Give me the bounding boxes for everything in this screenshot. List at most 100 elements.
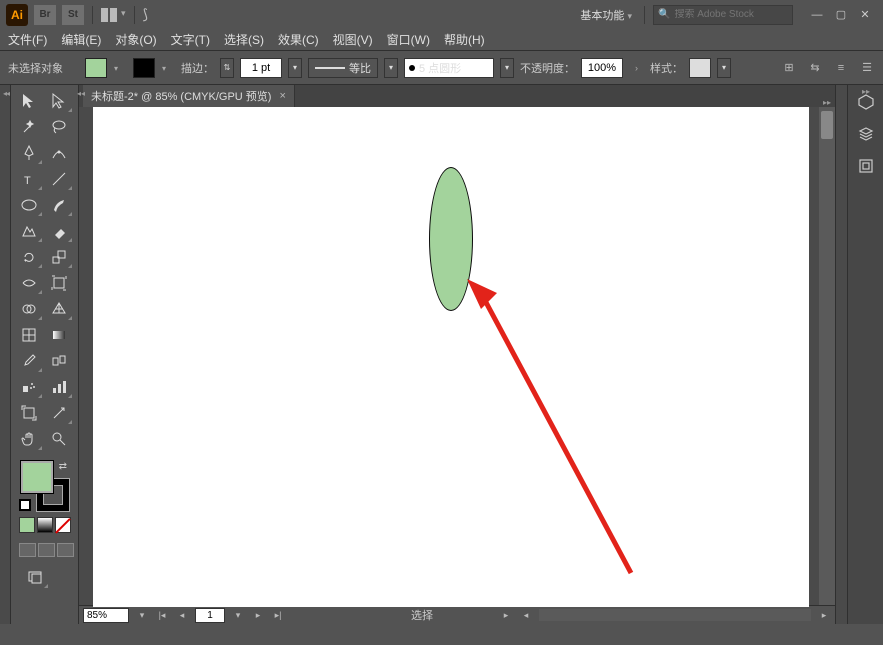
stroke-stepper[interactable]: ⇅ — [220, 58, 234, 78]
ellipse-shape[interactable] — [429, 167, 473, 311]
menu-window[interactable]: 窗口(W) — [387, 31, 430, 48]
line-tool[interactable] — [45, 167, 73, 191]
gradient-tool[interactable] — [45, 323, 73, 347]
prefs-icon[interactable]: ⇆ — [807, 60, 823, 76]
tool-dock-edge[interactable]: ◂◂ — [0, 85, 11, 624]
color-selector[interactable]: ⇄ — [21, 461, 71, 511]
brush-dropdown[interactable]: 5 点圆形 — [404, 58, 494, 78]
zoom-dropdown[interactable]: ▾ — [135, 608, 149, 622]
menu-file[interactable]: 文件(F) — [8, 31, 47, 48]
align-icon[interactable]: ≡ — [833, 60, 849, 76]
draw-normal-icon[interactable] — [19, 543, 36, 557]
eyedropper-tool[interactable] — [15, 349, 43, 373]
right-dock-edge[interactable] — [835, 85, 847, 624]
artboard-number-input[interactable] — [195, 608, 225, 623]
color-mode-none[interactable] — [55, 517, 71, 533]
width-tool[interactable] — [15, 271, 43, 295]
eraser-tool[interactable] — [45, 219, 73, 243]
horizontal-scrollbar[interactable] — [539, 609, 811, 621]
curvature-tool[interactable] — [45, 141, 73, 165]
blend-tool[interactable] — [45, 349, 73, 373]
screen-mode-icon[interactable] — [21, 565, 49, 589]
perspective-tool[interactable] — [45, 297, 73, 321]
paintbrush-tool[interactable] — [45, 193, 73, 217]
close-button[interactable]: ✕ — [853, 6, 877, 24]
zoom-tool[interactable] — [45, 427, 73, 451]
document-tab[interactable]: 未标题-2* @ 85% (CMYK/GPU 预览) × — [83, 85, 295, 107]
shape-builder-tool[interactable] — [15, 297, 43, 321]
canvas-viewport[interactable] — [79, 107, 835, 605]
panel-menu-icon[interactable]: ☰ — [859, 60, 875, 76]
zoom-input[interactable] — [83, 608, 129, 623]
graph-tool[interactable] — [45, 375, 73, 399]
draw-inside-icon[interactable] — [57, 543, 74, 557]
stroke-swatch[interactable]: ▾ — [133, 58, 155, 78]
color-mode-solid[interactable] — [19, 517, 35, 533]
type-tool[interactable]: T — [15, 167, 43, 191]
stroke-label: 描边： — [181, 60, 214, 76]
opacity-label: 不透明度： — [520, 60, 575, 76]
rotate-tool[interactable] — [15, 245, 43, 269]
arrange-docs-icon[interactable]: ▾ — [101, 8, 126, 22]
opacity-input[interactable] — [581, 58, 623, 78]
libraries-panel-icon[interactable] — [855, 155, 877, 177]
menu-select[interactable]: 选择(S) — [224, 31, 264, 48]
bridge-icon[interactable]: Br — [34, 5, 56, 25]
menu-edit[interactable]: 编辑(E) — [61, 31, 101, 48]
menu-help[interactable]: 帮助(H) — [444, 31, 485, 48]
doc-setup-icon[interactable]: ⊞ — [781, 60, 797, 76]
pen-tool[interactable] — [15, 141, 43, 165]
color-mode-gradient[interactable] — [37, 517, 53, 533]
maximize-button[interactable]: ▢ — [829, 6, 853, 24]
shaper-tool[interactable] — [15, 219, 43, 243]
scale-tool[interactable] — [45, 245, 73, 269]
direct-selection-tool[interactable] — [45, 89, 73, 113]
magic-wand-tool[interactable] — [15, 115, 43, 139]
app-logo-icon: Ai — [6, 4, 28, 26]
style-chevron[interactable]: ▾ — [717, 58, 731, 78]
artboard-dropdown[interactable]: ▾ — [231, 608, 245, 622]
symbol-sprayer-tool[interactable] — [15, 375, 43, 399]
draw-behind-icon[interactable] — [38, 543, 55, 557]
workspace-switcher[interactable]: 基本功能 ▾ — [580, 7, 632, 23]
stroke-weight-input[interactable] — [240, 58, 282, 78]
last-artboard-button[interactable]: ▸| — [271, 608, 285, 622]
stroke-dropdown[interactable]: ▾ — [288, 58, 302, 78]
fill-swatch[interactable]: ▾ — [85, 58, 107, 78]
separator — [644, 6, 645, 24]
gpu-icon[interactable]: ⟆ — [143, 6, 148, 23]
free-transform-tool[interactable] — [45, 271, 73, 295]
first-artboard-button[interactable]: |◂ — [155, 608, 169, 622]
vertical-scrollbar[interactable] — [819, 107, 835, 605]
mesh-tool[interactable] — [15, 323, 43, 347]
hand-tool[interactable] — [15, 427, 43, 451]
menu-effect[interactable]: 效果(C) — [278, 31, 319, 48]
fill-color-swatch[interactable] — [21, 461, 53, 493]
opacity-chevron[interactable]: › — [635, 63, 638, 73]
artboard-tool[interactable] — [15, 401, 43, 425]
search-input[interactable]: 🔍 — [653, 5, 793, 25]
menu-object[interactable]: 对象(O) — [115, 31, 156, 48]
hscroll-left[interactable]: ◂ — [519, 608, 533, 622]
stock-icon[interactable]: St — [62, 5, 84, 25]
menu-view[interactable]: 视图(V) — [333, 31, 373, 48]
profile-dropdown[interactable]: 等比 — [308, 58, 378, 78]
profile-chevron[interactable]: ▾ — [384, 58, 398, 78]
minimize-button[interactable]: — — [805, 6, 829, 24]
prev-artboard-button[interactable]: ◂ — [175, 608, 189, 622]
menu-type[interactable]: 文字(T) — [171, 31, 210, 48]
layers-panel-icon[interactable] — [855, 123, 877, 145]
next-artboard-button[interactable]: ▸ — [251, 608, 265, 622]
style-swatch[interactable] — [689, 58, 711, 78]
ellipse-tool[interactable] — [15, 193, 43, 217]
default-colors-icon[interactable] — [19, 499, 31, 511]
slice-tool[interactable] — [45, 401, 73, 425]
artboard[interactable] — [93, 107, 809, 607]
selection-tool[interactable] — [15, 89, 43, 113]
lasso-tool[interactable] — [45, 115, 73, 139]
status-chevron[interactable]: ▸ — [499, 608, 513, 622]
swap-colors-icon[interactable]: ⇄ — [59, 461, 67, 472]
tab-close-icon[interactable]: × — [279, 90, 285, 102]
hscroll-right[interactable]: ▸ — [817, 608, 831, 622]
brush-chevron[interactable]: ▾ — [500, 58, 514, 78]
